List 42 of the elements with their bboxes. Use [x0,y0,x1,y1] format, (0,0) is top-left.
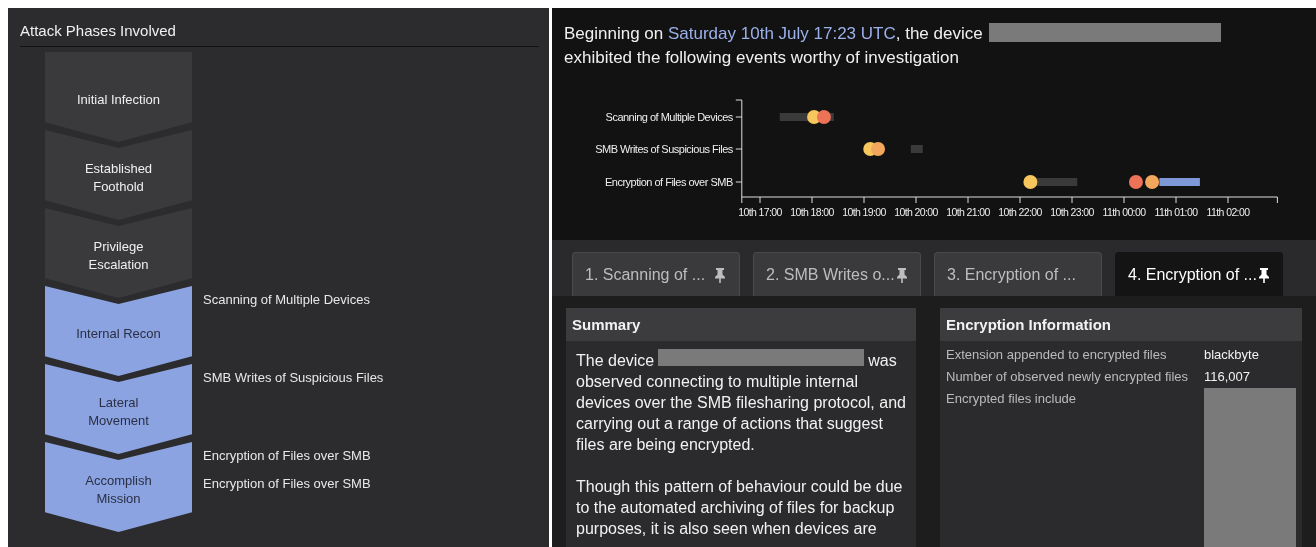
info-value: blackbyte [1204,347,1259,362]
phase-chevron: Lateral Movement [45,364,192,454]
axis-label: SMB Writes of Suspicious Files [595,143,733,155]
tab[interactable]: 4. Encryption of ... [1115,252,1283,296]
info-label: Extension appended to encrypted files [946,347,1168,362]
axis-tick-label: 11th 00:00 [1102,206,1146,218]
panel-title: Attack Phases Involved [20,22,539,47]
intro-text: Beginning on Saturday 10th July 17:23 UTC, the device exhibited the following events worthy of investigation [564,22,1304,70]
axis-tick-label: 10th 17:00 [738,206,782,218]
phase-event: Encryption of Files over SMB [203,476,371,491]
summary-text: Though this pattern of behaviour could be due to the automated archiving of files for backup purposes, it is also seen when devices are [576,477,904,539]
pin-icon[interactable] [1256,266,1271,283]
phase-event: Scanning of Multiple Devices [203,292,370,307]
phase-event: SMB Writes of Suspicious Files [203,370,384,385]
axis-label: Encryption of Files over SMB [604,176,733,188]
pin-icon[interactable] [713,266,727,283]
summary-text: The device [576,352,655,369]
card-title: Summary [566,308,916,341]
tab[interactable]: 3. Encryption of ... [934,252,1102,296]
pin-icon[interactable] [894,266,909,283]
axis-tick-label: 10th 21:00 [946,206,990,218]
axis-tick-label: 10th 18:00 [790,206,834,218]
info-label: Number of observed newly encrypted files [946,369,1190,384]
tab[interactable]: 1. Scanning of ... [572,252,740,296]
phase-chevron: Established Foothold [45,130,192,220]
axis-tick-label: 10th 23:00 [1050,206,1094,218]
summary-text: was [868,352,897,369]
axis-tick-label: 11th 01:00 [1154,206,1198,218]
axis-label: Scanning of Multiple Devices [605,111,733,123]
info-label: Encrypted files include [946,391,1078,408]
tab[interactable]: 2. SMB Writes o... [753,252,921,296]
phase-chevron: Internal Recon [45,286,192,376]
phase-chevron: Privilege Escalation [45,208,192,298]
phase-chevron: Accomplish Mission [45,442,192,532]
info-value: 116,007 [1204,369,1251,384]
axis-tick-label: 10th 20:00 [894,206,938,218]
axis-tick-label: 11th 02:00 [1206,206,1250,218]
summary-text: observed connecting to multiple internal devices over the SMB filesharing protocol, and carrying out a range of actions that suggest files are being encrypted. [576,372,906,455]
axis-tick-label: 10th 19:00 [842,206,886,218]
axis-tick-label: 10th 22:00 [998,206,1042,218]
card-title: Encryption Information [940,308,1302,341]
phase-event: Encryption of Files over SMB [203,448,371,463]
